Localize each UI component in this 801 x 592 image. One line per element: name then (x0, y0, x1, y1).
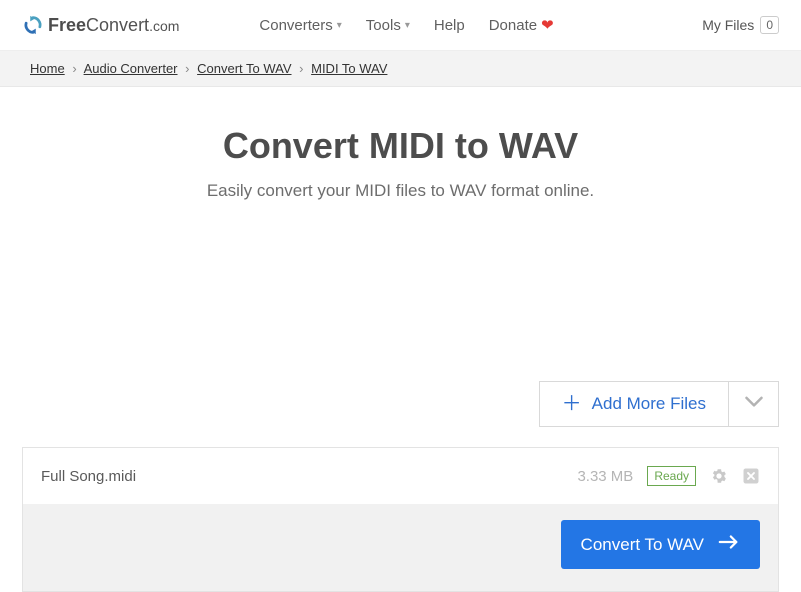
gear-icon[interactable] (710, 467, 728, 485)
close-icon[interactable] (742, 467, 760, 485)
chevron-down-icon: ▾ (405, 20, 410, 31)
nav-tools-label: Tools (366, 17, 401, 34)
my-files-count: 0 (760, 16, 779, 34)
logo-text: FreeConvert.com (48, 15, 179, 36)
convert-button-label: Convert To WAV (581, 535, 704, 555)
add-more-dropdown-button[interactable] (729, 381, 779, 427)
add-more-files-button[interactable]: ＋ Add More Files (539, 381, 729, 427)
my-files-link[interactable]: My Files 0 (702, 16, 779, 34)
file-panel: Full Song.midi 3.33 MB Ready Convert To … (22, 447, 779, 592)
breadcrumb: Home › Audio Converter › Convert To WAV … (0, 51, 801, 87)
file-name: Full Song.midi (41, 468, 563, 485)
page-title: Convert MIDI to WAV (20, 125, 781, 167)
nav-tools[interactable]: Tools ▾ (366, 16, 410, 34)
page-subtitle: Easily convert your MIDI files to WAV fo… (20, 181, 781, 201)
convert-button[interactable]: Convert To WAV (561, 520, 760, 569)
chevron-down-icon: ▾ (337, 20, 342, 31)
main-nav: Converters ▾ Tools ▾ Help Donate ❤ (259, 16, 553, 34)
my-files-label: My Files (702, 17, 754, 33)
chevron-right-icon: › (185, 61, 189, 76)
nav-help-label: Help (434, 17, 465, 34)
breadcrumb-audio-converter[interactable]: Audio Converter (84, 61, 178, 76)
breadcrumb-midi-to-wav[interactable]: MIDI To WAV (311, 61, 387, 76)
chevron-right-icon: › (299, 61, 303, 76)
nav-help[interactable]: Help (434, 16, 465, 34)
nav-donate[interactable]: Donate ❤ (489, 16, 554, 34)
status-badge: Ready (647, 466, 696, 486)
breadcrumb-convert-to-wav[interactable]: Convert To WAV (197, 61, 291, 76)
file-size: 3.33 MB (577, 468, 633, 485)
add-more-files-label: Add More Files (592, 394, 706, 414)
nav-donate-label: Donate (489, 17, 537, 34)
breadcrumb-home[interactable]: Home (30, 61, 65, 76)
hero: Convert MIDI to WAV Easily convert your … (0, 87, 801, 221)
file-row: Full Song.midi 3.33 MB Ready (23, 448, 778, 504)
logo-icon (22, 14, 44, 36)
chevron-right-icon: › (72, 61, 76, 76)
header: FreeConvert.com Converters ▾ Tools ▾ Hel… (0, 0, 801, 51)
actions-row: ＋ Add More Files (0, 381, 801, 427)
heart-icon: ❤ (541, 16, 554, 34)
nav-converters[interactable]: Converters ▾ (259, 16, 341, 34)
plus-icon: ＋ (562, 394, 582, 414)
chevron-down-icon (744, 395, 764, 414)
logo[interactable]: FreeConvert.com (22, 14, 179, 36)
nav-converters-label: Converters (259, 17, 332, 34)
convert-row: Convert To WAV (23, 504, 778, 591)
arrow-right-icon (718, 534, 740, 555)
